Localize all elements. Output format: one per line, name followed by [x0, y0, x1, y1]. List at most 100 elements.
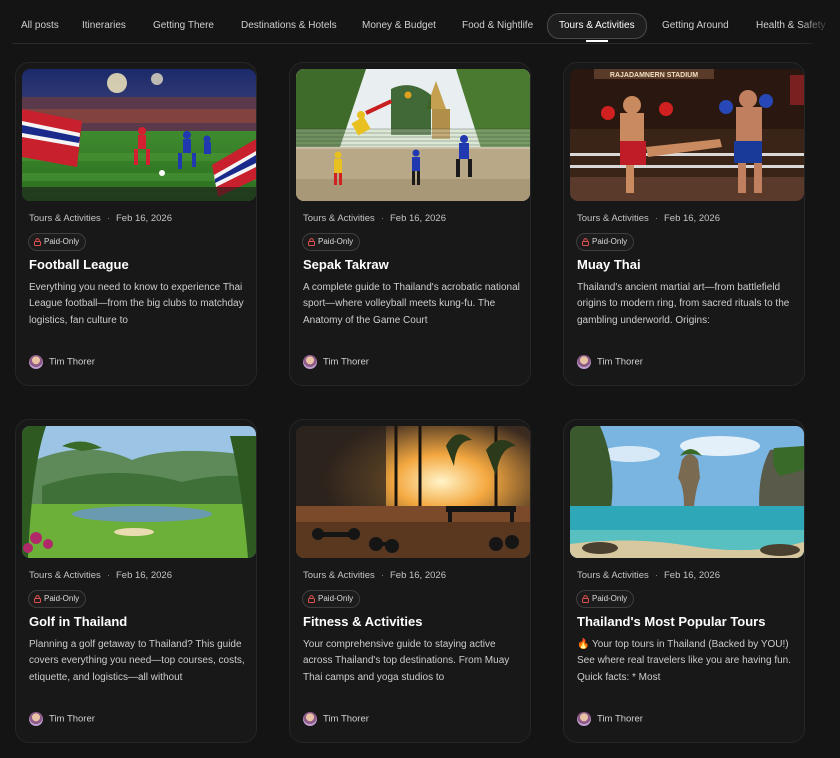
tab-itineraries[interactable]: Itineraries — [82, 14, 126, 38]
post-author[interactable]: Tim Thorer — [29, 712, 95, 728]
post-author[interactable]: Tim Thorer — [29, 355, 95, 371]
avatar — [29, 712, 43, 726]
post-author[interactable]: Tim Thorer — [303, 712, 369, 728]
post-title[interactable]: Football League — [29, 257, 129, 272]
post-category[interactable]: Tours & Activities — [577, 213, 649, 224]
post-thumbnail[interactable] — [296, 426, 530, 558]
paid-only-badge: Paid-Only — [302, 233, 361, 251]
author-name: Tim Thorer — [597, 713, 643, 725]
author-name: Tim Thorer — [597, 356, 643, 368]
author-name: Tim Thorer — [323, 356, 369, 368]
tab-food-nightlife[interactable]: Food & Nightlife — [462, 14, 533, 38]
meta-separator: · — [380, 570, 384, 581]
post-category[interactable]: Tours & Activities — [577, 570, 649, 581]
category-nav: All posts Itineraries Getting There Dest… — [0, 0, 840, 44]
post-thumbnail[interactable] — [570, 426, 804, 558]
avatar — [577, 355, 591, 369]
meta-separator: · — [106, 213, 110, 224]
post-card-football-league[interactable]: Tours & Activities · Feb 16, 2026 Paid-Onl… — [15, 62, 257, 386]
tab-tours-activities[interactable]: Tours & Activities — [547, 13, 647, 39]
post-meta: Tours & Activities · Feb 16, 2026 — [303, 213, 446, 224]
post-thumbnail[interactable]: RAJADAMNERN STADIUM — [570, 69, 804, 201]
badge-label: Paid-Only — [318, 594, 354, 603]
tab-destinations-hotels[interactable]: Destinations & Hotels — [241, 14, 337, 38]
post-category[interactable]: Tours & Activities — [303, 570, 375, 581]
lock-icon — [308, 238, 315, 246]
meta-separator: · — [654, 213, 658, 224]
paid-only-badge: Paid-Only — [28, 233, 87, 251]
post-excerpt: Everything you need to know to experienc… — [29, 282, 244, 326]
post-thumbnail[interactable] — [296, 69, 530, 201]
sepak-takraw-image — [296, 69, 530, 201]
post-title[interactable]: Sepak Takraw — [303, 257, 389, 272]
nav-scroll-fade — [800, 0, 840, 44]
post-author[interactable]: Tim Thorer — [577, 712, 643, 728]
badge-label: Paid-Only — [592, 594, 628, 603]
post-author[interactable]: Tim Thorer — [577, 355, 643, 371]
muay-thai-image: RAJADAMNERN STADIUM — [570, 69, 804, 201]
tab-getting-around[interactable]: Getting Around — [662, 14, 729, 38]
active-tab-indicator — [586, 40, 608, 42]
post-excerpt: Your comprehensive guide to staying acti… — [303, 639, 510, 683]
stadium-sign: RAJADAMNERN STADIUM — [610, 72, 698, 79]
post-card-most-popular-tours[interactable]: Tours & Activities · Feb 16, 2026 Paid-Onl… — [563, 419, 805, 743]
football-stadium-image — [22, 69, 256, 201]
post-date: Feb 16, 2026 — [663, 570, 720, 581]
author-name: Tim Thorer — [323, 713, 369, 725]
post-card-fitness-activities[interactable]: Tours & Activities · Feb 16, 2026 Paid-Onl… — [289, 419, 531, 743]
post-category[interactable]: Tours & Activities — [303, 213, 375, 224]
golf-course-image — [22, 426, 256, 558]
post-date: Feb 16, 2026 — [115, 213, 172, 224]
post-excerpt: 🔥 Your top tours in Thailand (Backed by … — [577, 639, 792, 683]
post-thumbnail[interactable] — [22, 426, 256, 558]
post-author[interactable]: Tim Thorer — [303, 355, 369, 371]
lock-icon — [582, 595, 589, 603]
post-title[interactable]: Fitness & Activities — [303, 614, 422, 629]
nav-divider — [12, 43, 812, 44]
post-excerpt: Thailand's ancient martial art—from batt… — [577, 282, 790, 326]
post-date: Feb 16, 2026 — [115, 570, 172, 581]
tab-all-posts[interactable]: All posts — [21, 14, 59, 38]
post-category[interactable]: Tours & Activities — [29, 570, 101, 581]
meta-separator: · — [106, 570, 110, 581]
paid-only-badge: Paid-Only — [302, 590, 361, 608]
post-card-golf-in-thailand[interactable]: Tours & Activities · Feb 16, 2026 Paid-Onl… — [15, 419, 257, 743]
paid-only-badge: Paid-Only — [576, 233, 635, 251]
gym-sunset-image — [296, 426, 530, 558]
post-meta: Tours & Activities · Feb 16, 2026 — [303, 570, 446, 581]
post-excerpt: A complete guide to Thailand's acrobatic… — [303, 282, 520, 326]
post-meta: Tours & Activities · Feb 16, 2026 — [29, 570, 172, 581]
lock-icon — [582, 238, 589, 246]
avatar — [303, 712, 317, 726]
badge-label: Paid-Only — [318, 237, 354, 246]
lock-icon — [34, 595, 41, 603]
paid-only-badge: Paid-Only — [28, 590, 87, 608]
meta-separator: · — [380, 213, 384, 224]
limestone-island-image — [570, 426, 804, 558]
author-name: Tim Thorer — [49, 356, 95, 368]
post-meta: Tours & Activities · Feb 16, 2026 — [29, 213, 172, 224]
post-date: Feb 16, 2026 — [389, 213, 446, 224]
meta-separator: · — [654, 570, 658, 581]
post-title[interactable]: Thailand's Most Popular Tours — [577, 614, 765, 629]
avatar — [577, 712, 591, 726]
post-excerpt: Planning a golf getaway to Thailand? Thi… — [29, 639, 245, 683]
badge-label: Paid-Only — [44, 594, 80, 603]
author-name: Tim Thorer — [49, 713, 95, 725]
badge-label: Paid-Only — [592, 237, 628, 246]
paid-only-badge: Paid-Only — [576, 590, 635, 608]
tab-getting-there[interactable]: Getting There — [153, 14, 214, 38]
tab-money-budget[interactable]: Money & Budget — [362, 14, 436, 38]
post-thumbnail[interactable] — [22, 69, 256, 201]
badge-label: Paid-Only — [44, 237, 80, 246]
post-title[interactable]: Golf in Thailand — [29, 614, 127, 629]
lock-icon — [34, 238, 41, 246]
post-category[interactable]: Tours & Activities — [29, 213, 101, 224]
post-date: Feb 16, 2026 — [663, 213, 720, 224]
post-card-muay-thai[interactable]: RAJADAMNERN STADIUM Tours & Activities · F… — [563, 62, 805, 386]
post-title[interactable]: Muay Thai — [577, 257, 641, 272]
post-card-sepak-takraw[interactable]: Tours & Activities · Feb 16, 2026 Paid-Onl… — [289, 62, 531, 386]
avatar — [29, 355, 43, 369]
post-date: Feb 16, 2026 — [389, 570, 446, 581]
lock-icon — [308, 595, 315, 603]
